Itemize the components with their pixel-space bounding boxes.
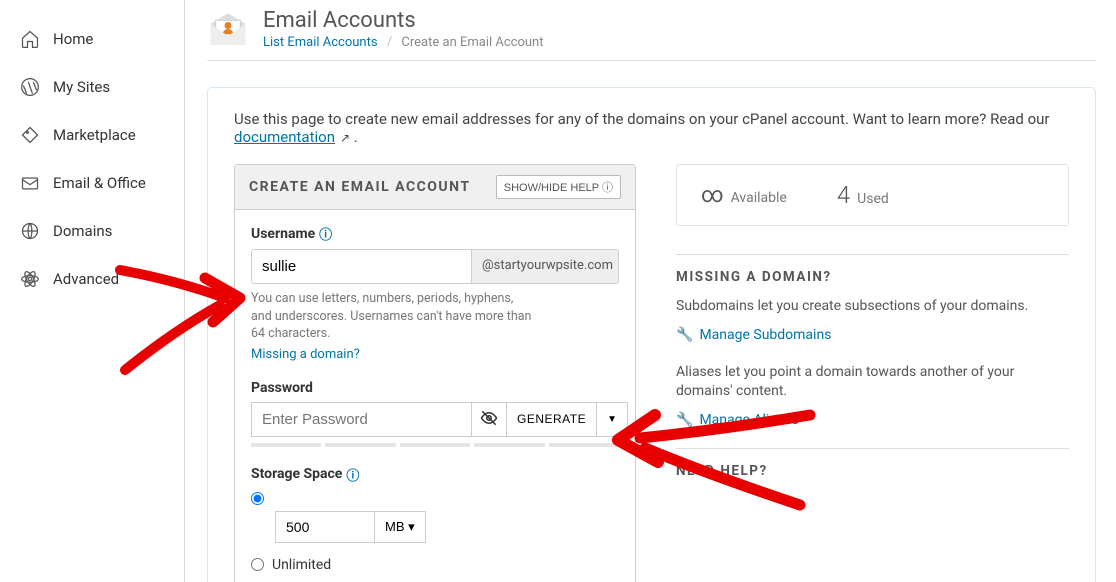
username-hint: You can use letters, numbers, periods, h… bbox=[251, 290, 619, 343]
sidebar-item-domains[interactable]: Domains bbox=[0, 207, 184, 255]
alias-desc: Aliases let you point a domain towards a… bbox=[676, 363, 1069, 402]
breadcrumb-current: Create an Email Account bbox=[401, 35, 543, 50]
storage-value-input[interactable] bbox=[275, 511, 375, 543]
missing-domain-link[interactable]: Missing a domain? bbox=[251, 347, 360, 362]
generate-password-button[interactable]: GENERATE bbox=[506, 402, 596, 437]
password-strength-meter bbox=[251, 443, 619, 447]
username-input[interactable] bbox=[252, 250, 471, 283]
external-link-icon: ↗ bbox=[337, 131, 350, 145]
generate-options-button[interactable]: ▼ bbox=[596, 402, 628, 437]
intro-text: Use this page to create new email addres… bbox=[234, 110, 1069, 146]
help-icon[interactable]: ⓘ bbox=[319, 224, 332, 243]
sidebar-item-label: Marketplace bbox=[53, 126, 136, 144]
email-accounts-icon bbox=[207, 8, 249, 50]
breadcrumb-link[interactable]: List Email Accounts bbox=[263, 35, 378, 50]
wordpress-icon bbox=[20, 77, 40, 97]
caret-down-icon: ▾ bbox=[408, 519, 415, 534]
stats-box: ∞ Available 4 Used bbox=[676, 164, 1069, 226]
envelope-icon bbox=[20, 173, 40, 193]
sidebar-item-home[interactable]: Home bbox=[0, 15, 184, 63]
content-panel: Use this page to create new email addres… bbox=[207, 87, 1096, 582]
sidebar-item-advanced[interactable]: Advanced bbox=[0, 255, 184, 303]
sidebar-item-my-sites[interactable]: My Sites bbox=[0, 63, 184, 111]
main-content: Email Accounts List Email Accounts / Cre… bbox=[185, 0, 1116, 582]
sidebar-item-label: Email & Office bbox=[53, 174, 146, 192]
storage-unit-select[interactable]: MB ▾ bbox=[375, 511, 426, 543]
toggle-password-visibility-button[interactable] bbox=[471, 402, 506, 437]
sidebar-item-label: Home bbox=[53, 30, 93, 48]
documentation-link[interactable]: documentation bbox=[234, 128, 335, 146]
page-header: Email Accounts List Email Accounts / Cre… bbox=[207, 8, 1096, 61]
username-label: Username ⓘ bbox=[251, 224, 619, 243]
help-icon[interactable]: ⓘ bbox=[346, 465, 359, 484]
storage-unlimited-radio[interactable] bbox=[251, 558, 264, 571]
password-label: Password bbox=[251, 380, 619, 396]
breadcrumb: List Email Accounts / Create an Email Ac… bbox=[263, 35, 544, 50]
infinity-icon: ∞ bbox=[701, 183, 724, 208]
eye-slash-icon bbox=[480, 409, 498, 430]
used-count: 4 bbox=[837, 181, 850, 209]
help-icon: ⓘ bbox=[602, 182, 613, 194]
storage-unlimited-label: Unlimited bbox=[272, 557, 331, 573]
used-label: Used bbox=[857, 191, 889, 207]
wrench-icon: 🔧 bbox=[676, 327, 693, 343]
globe-icon bbox=[20, 221, 40, 241]
domain-addon[interactable]: @startyourwpsite.com bbox=[471, 250, 619, 283]
create-account-box: CREATE AN EMAIL ACCOUNT SHOW/HIDE HELP ⓘ… bbox=[234, 164, 636, 582]
sidebar-item-label: Advanced bbox=[53, 270, 119, 288]
storage-label: Storage Space ⓘ bbox=[251, 465, 619, 484]
atom-icon bbox=[20, 269, 40, 289]
password-input[interactable] bbox=[251, 402, 471, 437]
sidebar-item-marketplace[interactable]: Marketplace bbox=[0, 111, 184, 159]
subdomain-desc: Subdomains let you create subsections of… bbox=[676, 297, 1069, 317]
need-help-heading: NEED HELP? bbox=[676, 448, 1069, 479]
storage-fixed-radio[interactable] bbox=[251, 492, 264, 505]
sidebar: Home My Sites Marketplace Email & Office… bbox=[0, 0, 185, 582]
available-label: Available bbox=[731, 190, 787, 206]
manage-subdomains-link[interactable]: 🔧 Manage Subdomains bbox=[676, 327, 831, 343]
manage-aliases-link[interactable]: 🔧 Manage Aliases bbox=[676, 412, 799, 428]
sidebar-item-label: Domains bbox=[53, 222, 112, 240]
show-hide-help-button[interactable]: SHOW/HIDE HELP ⓘ bbox=[496, 175, 621, 199]
missing-domain-heading: MISSING A DOMAIN? bbox=[676, 254, 1069, 285]
wrench-icon: 🔧 bbox=[676, 412, 693, 428]
page-title: Email Accounts bbox=[263, 8, 544, 33]
sidebar-item-email-office[interactable]: Email & Office bbox=[0, 159, 184, 207]
breadcrumb-separator: / bbox=[387, 35, 392, 50]
create-heading: CREATE AN EMAIL ACCOUNT bbox=[249, 179, 471, 195]
home-icon bbox=[20, 29, 40, 49]
sidebar-item-label: My Sites bbox=[53, 78, 110, 96]
tag-icon bbox=[20, 125, 40, 145]
caret-down-icon: ▼ bbox=[607, 414, 617, 425]
